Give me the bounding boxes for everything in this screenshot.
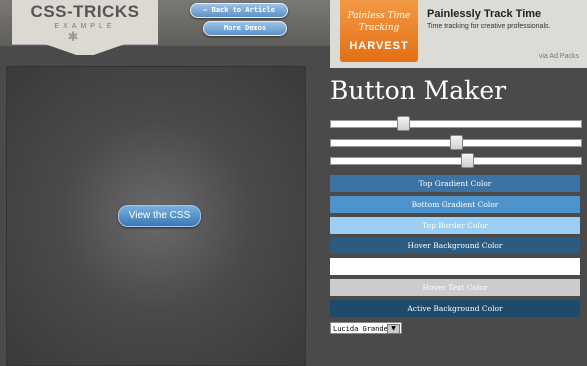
- color-field-text[interactable]: Text Color: [330, 258, 580, 275]
- star-icon: ✱: [67, 30, 79, 45]
- color-field-top-gradient[interactable]: Top Gradient Color: [330, 175, 580, 192]
- slider-thumb[interactable]: [461, 153, 474, 168]
- ad-brand: HARVEST: [349, 40, 409, 52]
- slider-track[interactable]: [330, 153, 582, 168]
- ad-via-link[interactable]: via Ad Packs: [539, 53, 579, 60]
- ad-description: Time tracking for creative professionals…: [427, 23, 551, 30]
- slider-track[interactable]: [330, 116, 582, 131]
- dropdown-arrow-icon[interactable]: ▼: [387, 324, 400, 334]
- harvest-logo[interactable]: Painless Time Tracking HARVEST: [340, 0, 418, 62]
- font-select-value: Lucida Grande: [333, 325, 388, 333]
- color-field-hover-text[interactable]: Hover Text Color: [330, 279, 580, 296]
- back-to-article-button[interactable]: — Back to Article: [190, 3, 288, 18]
- css-tricks-logo[interactable]: CSS-TRICKS EXAMPLE: [12, 0, 158, 45]
- color-field-active-background[interactable]: Active Background Color: [330, 300, 580, 317]
- slider-thumb[interactable]: [397, 116, 410, 131]
- slider-thumb[interactable]: [450, 135, 463, 150]
- color-field-bottom-gradient[interactable]: Bottom Gradient Color: [330, 196, 580, 213]
- more-demos-button[interactable]: More Demos: [203, 21, 287, 36]
- ad-panel[interactable]: Painless Time Tracking HARVEST Painlessl…: [330, 0, 587, 68]
- font-family-select[interactable]: Lucida Grande ▼: [330, 322, 402, 334]
- logo-subtitle: EXAMPLE: [54, 23, 116, 30]
- page-title: Button Maker: [330, 76, 507, 105]
- color-field-top-border[interactable]: Top Border Color: [330, 217, 580, 234]
- slider-track[interactable]: [330, 135, 582, 150]
- ad-title[interactable]: Painlessly Track Time: [427, 8, 541, 20]
- ad-tagline: Painless Time Tracking: [347, 11, 411, 33]
- view-css-button[interactable]: View the CSS: [118, 205, 201, 227]
- preview-area: View the CSS: [6, 66, 306, 366]
- logo-title: CSS-TRICKS: [30, 2, 140, 21]
- color-field-hover-background[interactable]: Hover Background Color: [330, 237, 580, 254]
